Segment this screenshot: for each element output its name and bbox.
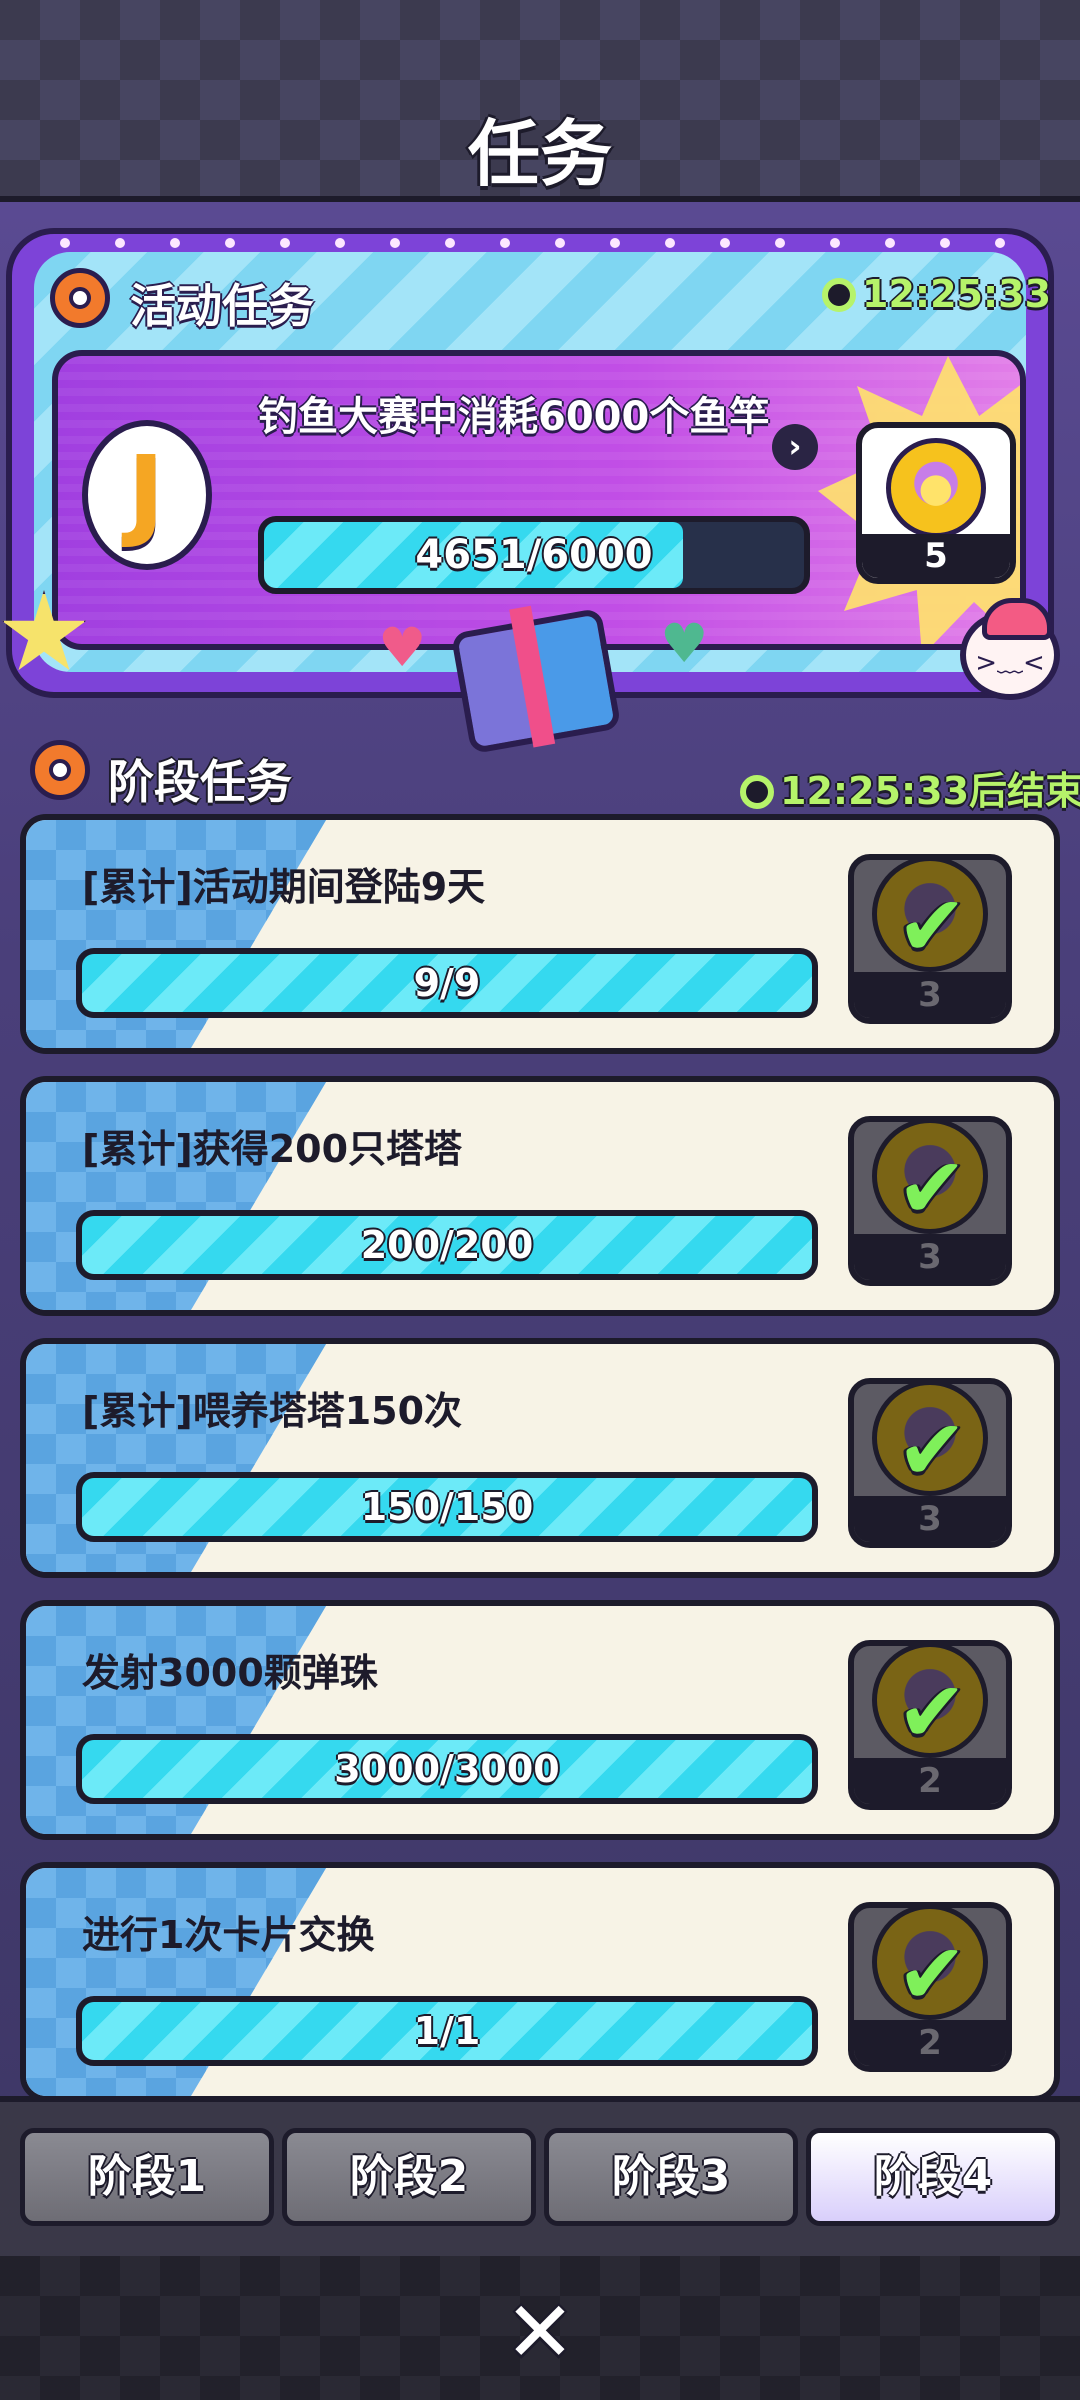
tab-stage-1[interactable]: 阶段1: [20, 2128, 274, 2226]
cat-coin-icon: ●: [886, 438, 986, 538]
task-label: 发射3000颗弹珠: [82, 1651, 378, 1695]
task-reward-count: 2: [854, 2020, 1006, 2066]
task-progress-text: 1/1: [413, 2009, 481, 2053]
task-reward-box[interactable]: ✔ 2: [848, 1902, 1012, 2072]
task-card: [累计]喂养塔塔150次 150/150 ✔ 3: [20, 1338, 1060, 1578]
event-task-description: 钓鱼大赛中消耗6000个鱼竿: [258, 394, 770, 440]
chevron-right-icon[interactable]: ›: [772, 424, 818, 470]
task-label: [累计]喂养塔塔150次: [82, 1389, 463, 1433]
task-progress-bar: 200/200: [76, 1210, 818, 1280]
bulb-decoration: [170, 238, 180, 248]
event-timer-text: 12:25:33: [862, 272, 1052, 316]
bulb-decoration: [280, 238, 290, 248]
event-reward-box[interactable]: ● 5: [856, 422, 1016, 584]
gift-icon: [450, 607, 622, 755]
page-title: 任务: [467, 112, 612, 196]
bulb-decoration: [60, 238, 70, 248]
target-icon: [30, 740, 90, 800]
event-reward-count: 5: [862, 534, 1010, 578]
task-card: 进行1次卡片交换 1/1 ✔ 2: [20, 1862, 1060, 2102]
stage-timer-text: 12:25:33后结束: [780, 769, 1080, 813]
stopwatch-icon: [822, 278, 856, 312]
tab-stage-3[interactable]: 阶段3: [544, 2128, 798, 2226]
event-progress-text: 4651/6000: [415, 532, 653, 578]
stopwatch-icon: [740, 775, 774, 809]
bulb-decoration: [775, 238, 785, 248]
task-reward-box[interactable]: ✔ 3: [848, 1378, 1012, 1548]
task-card: [累计]活动期间登陆9天 9/9 ✔ 3: [20, 814, 1060, 1054]
task-card: [累计]获得200只塔塔 200/200 ✔ 3: [20, 1076, 1060, 1316]
task-progress-text: 9/9: [413, 961, 481, 1005]
task-reward-box[interactable]: ✔ 3: [848, 854, 1012, 1024]
mascot-icon: >﹏<: [960, 598, 1060, 700]
tab-stage-4[interactable]: 阶段4: [806, 2128, 1060, 2226]
event-timer: 12:25:33: [822, 272, 1051, 316]
task-progress-text: 200/200: [360, 1223, 534, 1267]
checkmark-icon: ✔: [896, 1139, 968, 1237]
checkmark-icon: ✔: [896, 1925, 968, 2023]
fishing-hook-icon: J: [127, 434, 165, 551]
tab-stage-2[interactable]: 阶段2: [282, 2128, 536, 2226]
task-reward-count: 3: [854, 1496, 1006, 1542]
heart-icon: ♥: [660, 612, 709, 675]
bulb-decoration: [610, 238, 620, 248]
task-reward-count: 3: [854, 1234, 1006, 1280]
bulb-decoration: [390, 238, 400, 248]
task-reward-count: 3: [854, 972, 1006, 1018]
task-reward-count: 2: [854, 1758, 1006, 1804]
bulb-decoration: [500, 238, 510, 248]
checkmark-icon: ✔: [896, 877, 968, 975]
task-progress-text: 3000/3000: [334, 1747, 560, 1791]
bulb-decoration: [555, 238, 565, 248]
task-progress-bar: 3000/3000: [76, 1734, 818, 1804]
bulb-decoration: [830, 238, 840, 248]
bulb-decoration: [445, 238, 455, 248]
event-progress-bar: 4651/6000: [258, 516, 810, 594]
task-progress-bar: 1/1: [76, 1996, 818, 2066]
bulb-decoration: [885, 238, 895, 248]
bulb-decoration: [665, 238, 675, 248]
task-label: [累计]获得200只塔塔: [82, 1127, 463, 1171]
bulb-decoration: [720, 238, 730, 248]
checkmark-icon: ✔: [896, 1663, 968, 1761]
stage-section-title: 阶段任务: [108, 755, 292, 809]
heart-icon: ♥: [378, 616, 427, 679]
task-progress-bar: 150/150: [76, 1472, 818, 1542]
task-reward-box[interactable]: ✔ 2: [848, 1640, 1012, 1810]
task-progress-bar: 9/9: [76, 948, 818, 1018]
bulb-decoration: [335, 238, 345, 248]
task-progress-text: 150/150: [360, 1485, 534, 1529]
bulb-decoration: [995, 238, 1005, 248]
task-reward-box[interactable]: ✔ 3: [848, 1116, 1012, 1286]
target-icon: [50, 268, 110, 328]
stage-timer: 12:25:33后结束: [740, 760, 1080, 815]
event-section-title: 活动任务: [130, 279, 314, 333]
bulb-decoration: [115, 238, 125, 248]
bulb-decoration: [940, 238, 950, 248]
task-label: 进行1次卡片交换: [82, 1913, 375, 1957]
task-card: 发射3000颗弹珠 3000/3000 ✔ 2: [20, 1600, 1060, 1840]
task-label: [累计]活动期间登陆9天: [82, 865, 486, 909]
checkmark-icon: ✔: [896, 1401, 968, 1499]
close-icon[interactable]: ✕: [498, 2290, 582, 2374]
bulb-decoration: [225, 238, 235, 248]
